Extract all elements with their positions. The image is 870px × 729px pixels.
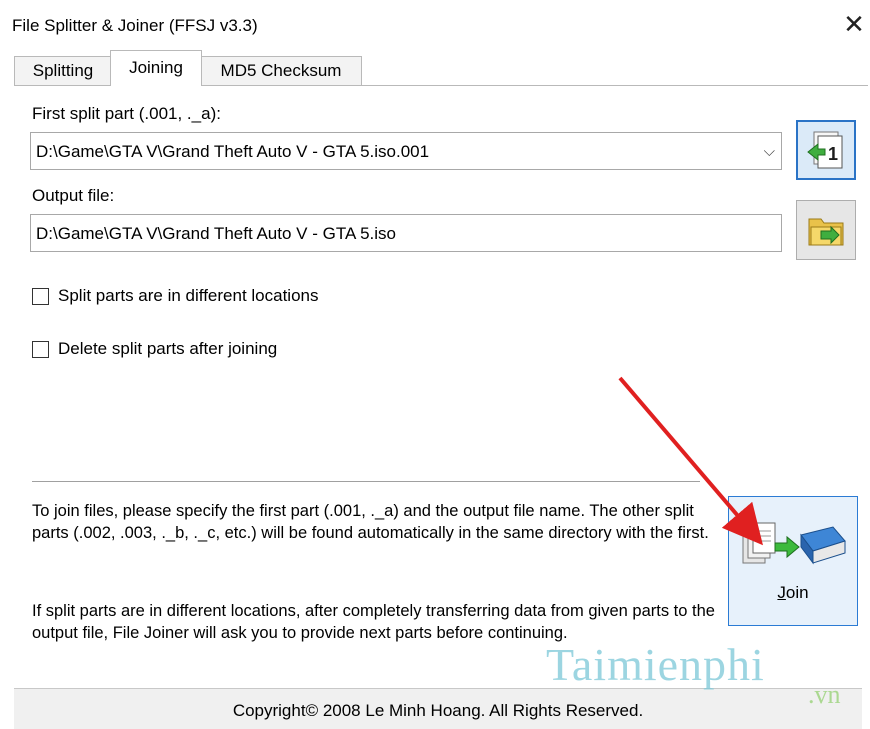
browse-first-part-button[interactable]: 1 bbox=[796, 120, 856, 180]
output-file-input[interactable]: D:\Game\GTA V\Grand Theft Auto V - GTA 5… bbox=[30, 214, 782, 252]
checkbox-box[interactable] bbox=[32, 341, 49, 358]
title-bar: File Splitter & Joiner (FFSJ v3.3) ✕ bbox=[0, 0, 870, 46]
copyright-text: Copyright© 2008 Le Minh Hoang. All Right… bbox=[232, 701, 644, 720]
checkbox-box[interactable] bbox=[32, 288, 49, 305]
tab-splitting[interactable]: Splitting bbox=[14, 56, 112, 85]
join-button-label: Join bbox=[777, 583, 809, 602]
join-button[interactable]: Join bbox=[728, 496, 858, 626]
help-text-paragraph-1: To join files, please specify the first … bbox=[32, 502, 709, 542]
first-part-value: D:\Game\GTA V\Grand Theft Auto V - GTA 5… bbox=[36, 142, 430, 161]
tab-strip: Splitting Joining MD5 Checksum bbox=[14, 50, 870, 86]
join-files-icon bbox=[742, 522, 846, 565]
window-title: File Splitter & Joiner (FFSJ v3.3) bbox=[12, 16, 258, 35]
delete-after-joining-label: Delete split parts after joining bbox=[58, 339, 278, 358]
tab-md5-checksum[interactable]: MD5 Checksum bbox=[200, 56, 362, 85]
close-icon[interactable]: ✕ bbox=[838, 8, 870, 40]
separator bbox=[32, 481, 700, 482]
svg-text:1: 1 bbox=[828, 144, 838, 164]
tab-joining[interactable]: Joining bbox=[110, 50, 202, 86]
watermark-suffix: .vn bbox=[808, 680, 841, 709]
chevron-down-icon[interactable]: ⌵ bbox=[764, 143, 775, 160]
first-part-combobox[interactable]: D:\Game\GTA V\Grand Theft Auto V - GTA 5… bbox=[30, 132, 782, 170]
folder-save-icon bbox=[808, 218, 844, 246]
watermark: Taimienphi bbox=[546, 639, 765, 690]
browse-output-button[interactable] bbox=[796, 200, 856, 260]
open-first-part-icon: 1 bbox=[807, 131, 843, 169]
output-file-value: D:\Game\GTA V\Grand Theft Auto V - GTA 5… bbox=[36, 224, 396, 243]
different-locations-label: Split parts are in different locations bbox=[58, 286, 319, 305]
first-part-label: First split part (.001, ._a): bbox=[32, 104, 221, 123]
output-file-label: Output file: bbox=[32, 186, 115, 205]
status-bar: Copyright© 2008 Le Minh Hoang. All Right… bbox=[14, 688, 862, 729]
